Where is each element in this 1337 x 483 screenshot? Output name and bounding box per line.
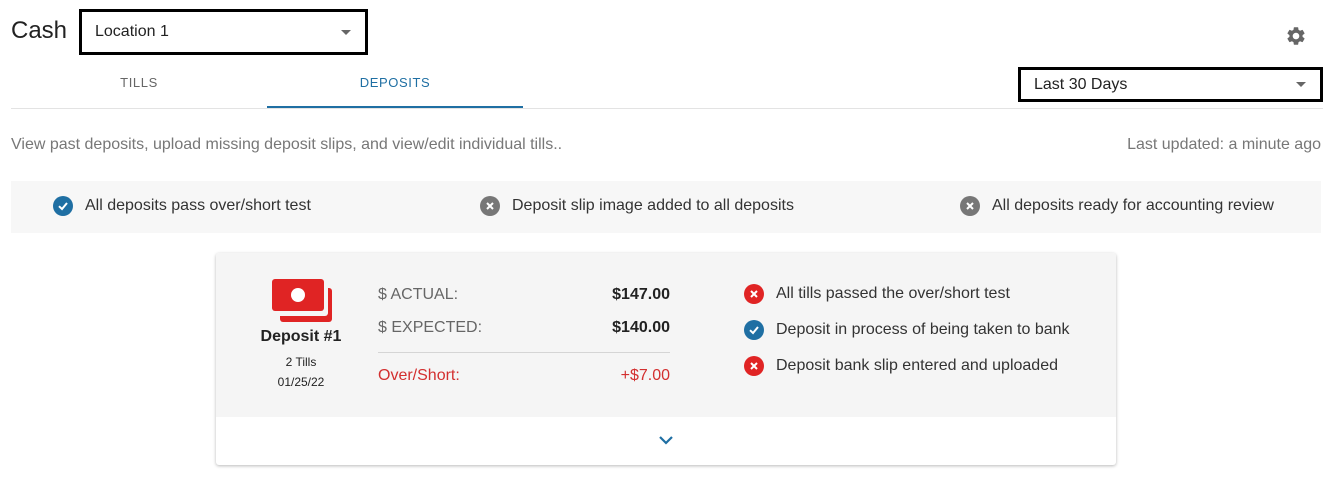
page-description: View past deposits, upload missing depos… — [11, 136, 563, 153]
deposit-status-label: Deposit bank slip entered and uploaded — [776, 357, 1058, 374]
date-range-select-value: Last 30 Days — [1034, 75, 1128, 93]
chevron-down-icon[interactable] — [656, 432, 676, 448]
location-select[interactable]: Location 1 — [79, 9, 368, 55]
check-circle-icon — [53, 196, 73, 216]
money-icon — [272, 279, 332, 322]
expected-value: $140.00 — [612, 319, 670, 336]
caret-down-icon — [341, 29, 351, 35]
x-circle-icon — [480, 196, 500, 216]
x-circle-icon — [744, 356, 764, 376]
summary-check-label: All deposits ready for accounting review — [992, 197, 1274, 214]
caret-down-icon — [1296, 82, 1306, 87]
page-title: Cash — [11, 17, 68, 44]
summary-check-label: Deposit slip image added to all deposits — [512, 197, 794, 214]
location-select-value: Location 1 — [95, 23, 169, 40]
check-circle-icon — [744, 320, 764, 340]
deposit-status-taken-to-bank: Deposit in process of being taken to ban… — [744, 320, 1070, 340]
tab-deposits[interactable]: DEPOSITS — [267, 70, 523, 108]
amount-divider — [378, 352, 670, 353]
tab-tills[interactable]: TILLS — [11, 70, 267, 108]
over-short-value: +$7.00 — [620, 367, 670, 384]
over-short-label: Over/Short: — [378, 367, 460, 384]
last-updated-text: Last updated: a minute ago — [1127, 136, 1321, 153]
deposit-status-label: Deposit in process of being taken to ban… — [776, 321, 1070, 338]
deposit-status-tills-over-short: All tills passed the over/short test — [744, 284, 1010, 304]
gear-icon[interactable] — [1285, 25, 1307, 47]
actual-label: $ ACTUAL: — [378, 286, 459, 303]
summary-check-over-short: All deposits pass over/short test — [53, 196, 311, 216]
deposit-status-label: All tills passed the over/short test — [776, 285, 1010, 302]
date-range-select[interactable]: Last 30 Days — [1018, 67, 1323, 102]
deposit-status-bank-slip: Deposit bank slip entered and uploaded — [744, 356, 1058, 376]
x-circle-icon — [960, 196, 980, 216]
summary-check-label: All deposits pass over/short test — [85, 197, 311, 214]
actual-value: $147.00 — [612, 286, 670, 303]
expected-label: $ EXPECTED: — [378, 319, 483, 336]
summary-check-accounting-review: All deposits ready for accounting review — [960, 196, 1274, 216]
deposit-name: Deposit #1 — [260, 328, 342, 345]
deposit-tills: 2 Tills — [285, 355, 317, 369]
deposit-date: 01/25/22 — [277, 375, 325, 389]
tabs-divider — [11, 108, 1323, 109]
x-circle-icon — [744, 284, 764, 304]
summary-check-deposit-slip: Deposit slip image added to all deposits — [480, 196, 794, 216]
